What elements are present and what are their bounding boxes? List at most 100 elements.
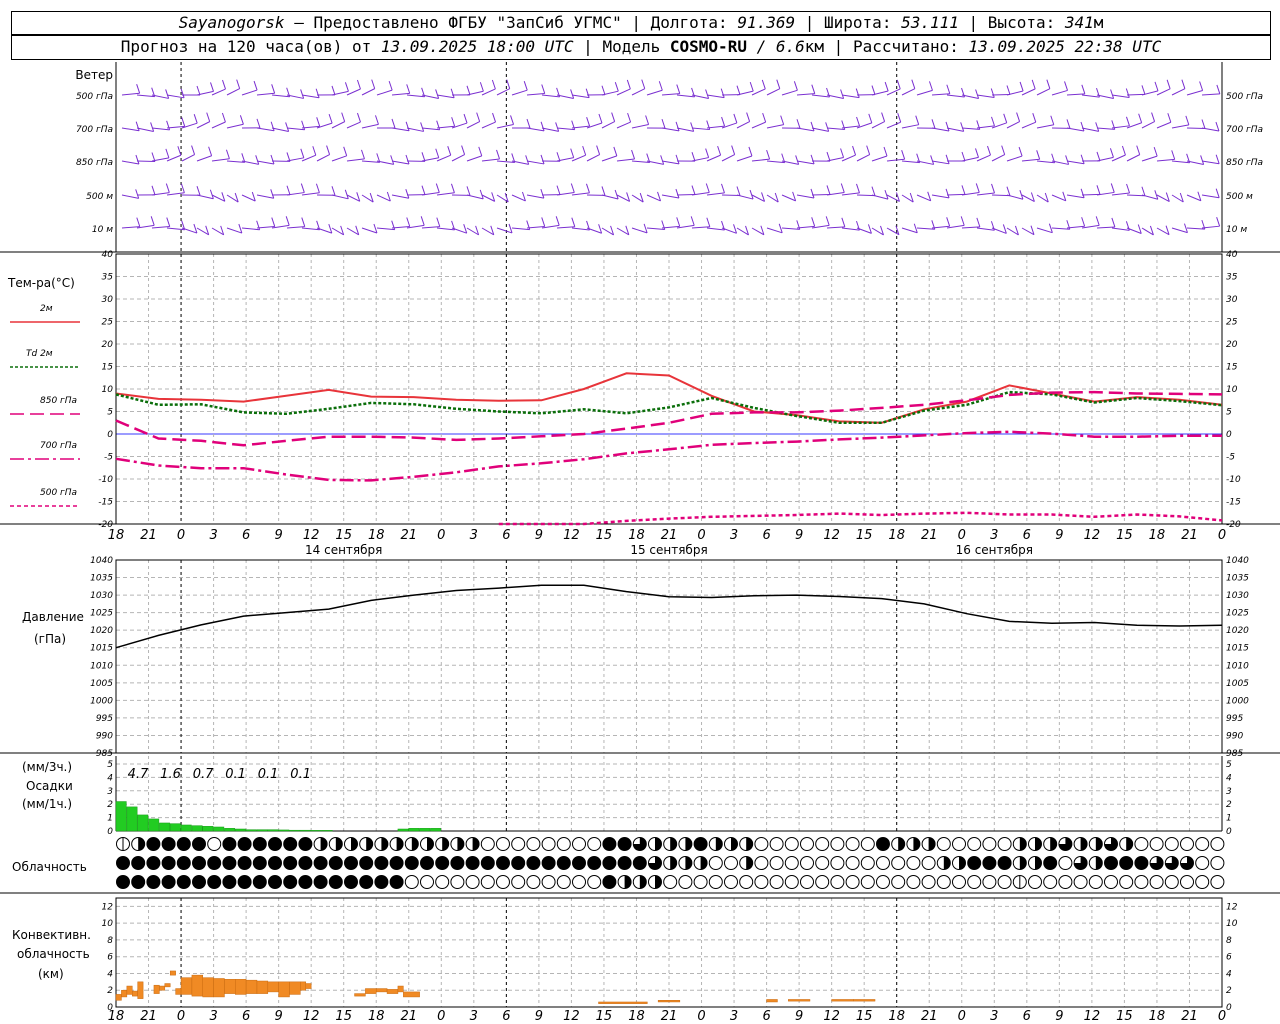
cloud-symbol-fill: [420, 856, 434, 870]
cloud-symbol: [784, 875, 799, 889]
wind-barb-feather: [1141, 186, 1146, 196]
temp-tick-left: -15: [98, 498, 113, 508]
wind-barb-feather: [990, 88, 995, 98]
wind-barb: [796, 194, 815, 199]
wind-barb-feather: [476, 112, 481, 122]
cloud-symbol-fill: [746, 837, 753, 851]
cloud-symbol: [1180, 837, 1194, 851]
conv-x-tick: 21: [921, 1009, 938, 1024]
wind-barb-feather: [1080, 188, 1085, 198]
wind-barb: [1066, 127, 1085, 132]
wind-barb-feather: [675, 154, 680, 165]
temp-x-tick: 21: [1181, 528, 1198, 543]
wind-barb-feather: [749, 189, 754, 200]
cloud-symbol-fill: [222, 875, 236, 889]
precip-tick-right: 2: [1226, 800, 1232, 810]
precip-unit-1h: (мм/1ч.): [22, 797, 72, 811]
temp-x-tick: 0: [958, 528, 966, 543]
cloud-symbol: [1073, 875, 1088, 889]
wind-barb-feather: [570, 89, 575, 99]
cloud-symbol-fill: [411, 837, 419, 851]
wind-barb: [1111, 154, 1126, 162]
wind-barb-feather: [356, 112, 361, 123]
cloud-symbol: [967, 875, 982, 889]
wind-barb-feather: [1201, 119, 1206, 129]
wind-barb-feather: [810, 154, 815, 165]
wind-barb: [1036, 227, 1053, 234]
temp-tick-left: 5: [107, 408, 113, 418]
conv-cloud-bar: [365, 988, 377, 994]
cloud-symbol: [678, 875, 693, 889]
wind-barb-feather: [343, 146, 348, 156]
wind-barb-feather: [181, 117, 186, 127]
conv-cloud-bar: [159, 985, 166, 991]
wind-barb-feather: [611, 112, 616, 122]
precip-bar: [256, 829, 268, 832]
pressure-tick-left: 1010: [90, 661, 113, 671]
wind-barb-feather: [506, 79, 511, 89]
wind-barb-feather: [270, 154, 275, 165]
wind-barb-feather: [136, 217, 141, 227]
wind-barb: [466, 121, 480, 129]
wind-barb: [886, 121, 901, 129]
cloud-symbol-fill: [192, 837, 206, 851]
wind-barb: [121, 127, 140, 132]
cloud-symbol: [511, 875, 526, 889]
model-res: / 6.6: [756, 37, 805, 56]
wind-barb-feather: [626, 79, 631, 90]
cloud-symbol: [815, 856, 830, 870]
temp-x-tick: 15: [335, 528, 352, 543]
wind-barb-feather: [856, 183, 860, 194]
cloud-symbol-fill: [329, 875, 343, 889]
wind-barb: [256, 160, 275, 165]
temp-x-tick: 3: [730, 528, 738, 543]
wind-barb: [586, 227, 602, 234]
wind-barb-feather: [731, 145, 736, 155]
temp-tick-left: 15: [102, 363, 114, 373]
conv-x-tick: 12: [823, 1009, 840, 1024]
wind-barb: [946, 127, 964, 132]
wind-barb-feather: [1001, 145, 1006, 155]
wind-barb-feather: [582, 145, 587, 156]
conv-x-tick: 15: [856, 1009, 873, 1024]
temp-tick-left: 35: [102, 273, 114, 283]
wind-barb-feather: [135, 189, 140, 199]
header-line-1: Sayanogorsk — Предоставлено ФГБУ "ЗапСиб…: [11, 11, 1271, 35]
cloud-symbol-fill: [238, 856, 252, 870]
precip-bar: [419, 828, 431, 832]
conv-cloud-bar: [245, 979, 258, 994]
conv-cloud-bar: [397, 985, 404, 993]
cloud-symbol: [739, 875, 754, 889]
wind-barb-feather: [300, 183, 305, 193]
wind-barb-feather: [1215, 121, 1220, 132]
cloud-symbol: [693, 875, 708, 889]
cloud-symbol-fill: [298, 837, 312, 851]
wind-barb-feather: [1066, 119, 1071, 129]
temp-tick-right: 25: [1226, 318, 1238, 328]
wind-barb-feather: [571, 217, 576, 227]
cloud-symbol: [754, 837, 769, 851]
wind-barb: [766, 227, 783, 234]
wind-barb-feather: [1003, 113, 1008, 123]
wind-barb: [766, 124, 784, 129]
cloud-symbol-fill: [374, 856, 388, 870]
pressure-tick-left: 1025: [90, 609, 113, 619]
cloud-symbol: [724, 856, 738, 870]
temp-x-tick: 21: [661, 528, 678, 543]
wind-barb: [1081, 94, 1100, 98]
wind-barb-feather: [945, 121, 950, 132]
cloud-symbol-fill: [618, 856, 632, 870]
wind-barb: [181, 227, 198, 234]
wind-barb-feather: [166, 217, 171, 227]
cloud-symbol-fill: [466, 856, 480, 870]
temp-tick-right: 0: [1226, 430, 1232, 440]
pressure-tick-right: 1040: [1226, 556, 1249, 566]
cloud-symbol: [845, 856, 860, 870]
lon-label: Долгота:: [650, 13, 728, 32]
cloud-symbol: [936, 837, 951, 851]
temp-tick-right: 20: [1226, 340, 1238, 350]
wind-barb-feather: [614, 189, 619, 200]
wind-barb-feather: [461, 145, 466, 155]
wind-barb: [421, 127, 440, 131]
wind-barb-feather: [1154, 81, 1159, 92]
